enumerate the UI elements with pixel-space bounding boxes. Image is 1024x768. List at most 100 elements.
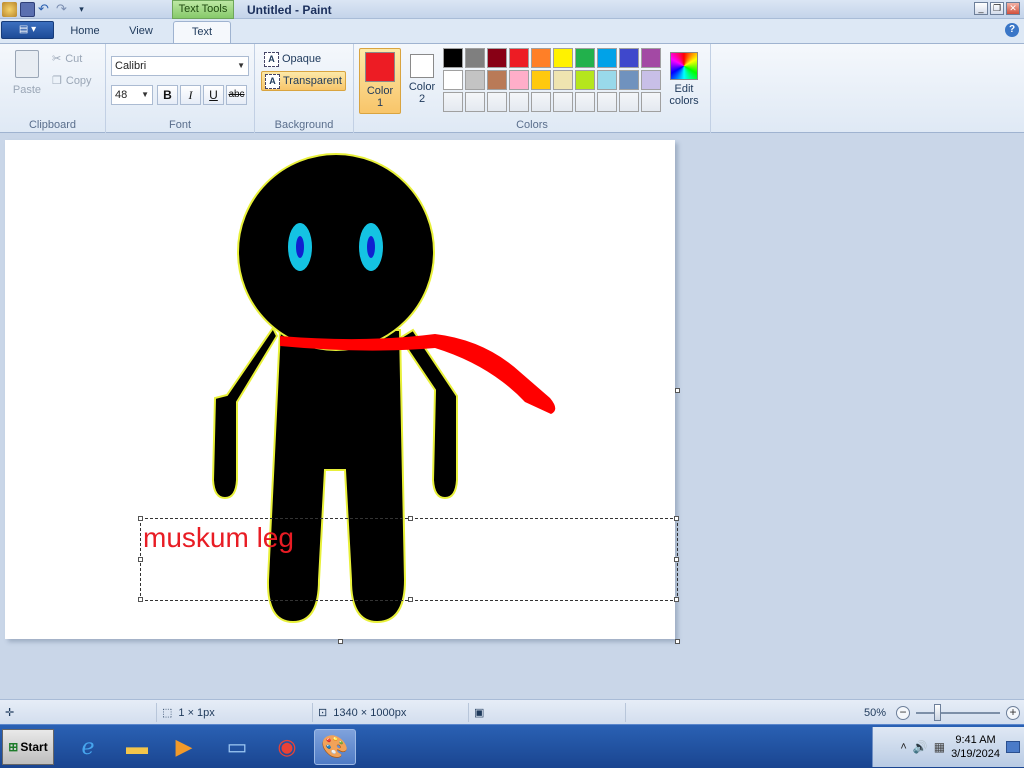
palette-swatch[interactable] (465, 70, 485, 90)
copy-label: Copy (65, 74, 92, 87)
image-size: ⊡ 1340 × 1000px (313, 703, 469, 722)
paste-icon (15, 50, 39, 78)
paint-taskbar-icon[interactable]: 🎨 (314, 729, 356, 765)
canvas-resize-handle[interactable] (675, 639, 680, 644)
palette-swatch[interactable] (443, 48, 463, 68)
font-family-select[interactable]: Calibri ▼ (111, 56, 249, 76)
text-box-handle[interactable] (138, 557, 143, 562)
palette-swatch[interactable] (641, 48, 661, 68)
zoom-slider[interactable] (916, 703, 1000, 721)
palette-swatch[interactable] (465, 92, 485, 112)
cut-button[interactable]: ✂ Cut (52, 52, 82, 66)
italic-button[interactable]: I (180, 85, 201, 105)
paint-menu-button[interactable]: ▤ ▾ (1, 21, 54, 39)
palette-swatch[interactable] (597, 48, 617, 68)
paint-app-icon[interactable] (2, 2, 17, 17)
redo-icon[interactable]: ↷ (56, 2, 71, 17)
palette-swatch[interactable] (487, 48, 507, 68)
edit-colors-label: Edit (674, 83, 694, 95)
palette-swatch[interactable] (465, 48, 485, 68)
show-hidden-icons-icon[interactable]: ˄ (900, 741, 906, 753)
text-box-handle[interactable] (408, 516, 413, 521)
tab-home[interactable]: Home (64, 21, 106, 43)
zoom-slider-thumb[interactable] (934, 703, 941, 721)
customize-qat-icon[interactable]: ▾ (74, 2, 89, 17)
color2-swatch (410, 54, 434, 78)
palette-swatch[interactable] (619, 70, 639, 90)
transparent-button[interactable]: A Transparent (261, 71, 346, 91)
color1-button[interactable]: Color 1 (359, 48, 401, 114)
palette-swatch[interactable] (597, 70, 617, 90)
bold-button[interactable]: B (157, 85, 178, 105)
palette-swatch[interactable] (553, 92, 573, 112)
file-size: ▣ (469, 703, 626, 722)
volume-icon[interactable]: 🔊 (913, 740, 928, 754)
file-explorer-icon[interactable]: ▬ (116, 729, 158, 765)
status-bar: ✛ ⬚ 1 × 1px ⊡ 1340 × 1000px ▣ 50% − + (0, 699, 1024, 724)
minimize-button[interactable]: _ (974, 2, 988, 15)
palette-swatch[interactable] (553, 48, 573, 68)
zoom-out-button[interactable]: − (896, 705, 910, 720)
help-icon[interactable]: ? (1005, 23, 1019, 37)
canvas-resize-handle[interactable] (338, 639, 343, 644)
clock[interactable]: 9:41 AM 3/19/2024 (951, 733, 1000, 761)
undo-icon[interactable]: ↶ (38, 2, 53, 17)
font-group-label: Font (168, 119, 191, 131)
chrome-icon[interactable]: ◉ (266, 729, 308, 765)
palette-swatch[interactable] (487, 92, 507, 112)
paste-button[interactable]: Paste (8, 50, 46, 102)
palette-swatch[interactable] (575, 92, 595, 112)
palette-swatch[interactable] (487, 70, 507, 90)
text-box[interactable]: muskum leg (138, 516, 679, 602)
palette-swatch[interactable] (443, 92, 463, 112)
palette-swatch[interactable] (531, 70, 551, 90)
palette-swatch[interactable] (531, 48, 551, 68)
palette-swatch[interactable] (575, 48, 595, 68)
text-box-handle[interactable] (138, 597, 143, 602)
title-bar: ↶ ↷ ▾ Text Tools Untitled - Paint _ ❐ ✕ (0, 0, 1024, 19)
remote-desktop-icon[interactable]: ▭ (216, 729, 258, 765)
palette-swatch[interactable] (641, 92, 661, 112)
color2-number: 2 (418, 93, 426, 105)
zoom-in-button[interactable]: + (1006, 705, 1020, 720)
palette-swatch[interactable] (509, 92, 529, 112)
right-pupil (367, 236, 375, 258)
start-button[interactable]: ⊞ Start (2, 729, 54, 765)
text-box-content[interactable]: muskum leg (143, 522, 301, 555)
strikethrough-button[interactable]: abc (226, 85, 247, 105)
color2-button[interactable]: Color 2 (401, 48, 443, 114)
palette-swatch[interactable] (575, 70, 595, 90)
font-size-select[interactable]: 48 ▼ (111, 85, 153, 105)
text-box-handle[interactable] (408, 597, 413, 602)
transparent-label: Transparent (283, 75, 342, 87)
underline-button[interactable]: U (203, 85, 224, 105)
palette-swatch[interactable] (553, 70, 573, 90)
close-button[interactable]: ✕ (1006, 2, 1020, 15)
text-box-handle[interactable] (674, 557, 679, 562)
palette-swatch[interactable] (531, 92, 551, 112)
palette-swatch[interactable] (509, 70, 529, 90)
edit-colors-button[interactable]: Edit colors (664, 48, 704, 114)
palette-swatch[interactable] (641, 70, 661, 90)
tab-text[interactable]: Text (173, 21, 231, 44)
restore-button[interactable]: ❐ (990, 2, 1004, 15)
palette-swatch[interactable] (597, 92, 617, 112)
tab-view[interactable]: View (120, 21, 162, 43)
save-icon[interactable] (20, 2, 35, 17)
opaque-icon: A (264, 51, 279, 67)
text-box-handle[interactable] (674, 597, 679, 602)
media-player-icon[interactable]: ▶ (163, 729, 205, 765)
internet-explorer-icon[interactable]: ℯ (67, 729, 109, 765)
palette-swatch[interactable] (619, 92, 639, 112)
palette-swatch[interactable] (509, 48, 529, 68)
opaque-button[interactable]: A Opaque (261, 49, 324, 69)
palette-swatch[interactable] (443, 70, 463, 90)
edit-colors-label-2: colors (669, 95, 699, 107)
show-desktop-icon[interactable] (1006, 741, 1020, 753)
text-box-handle[interactable] (674, 516, 679, 521)
palette-swatch[interactable] (619, 48, 639, 68)
text-box-handle[interactable] (138, 516, 143, 521)
canvas-resize-handle[interactable] (675, 388, 680, 393)
network-icon[interactable]: ▦ (934, 740, 945, 754)
copy-button[interactable]: ❐ Copy (52, 74, 92, 88)
